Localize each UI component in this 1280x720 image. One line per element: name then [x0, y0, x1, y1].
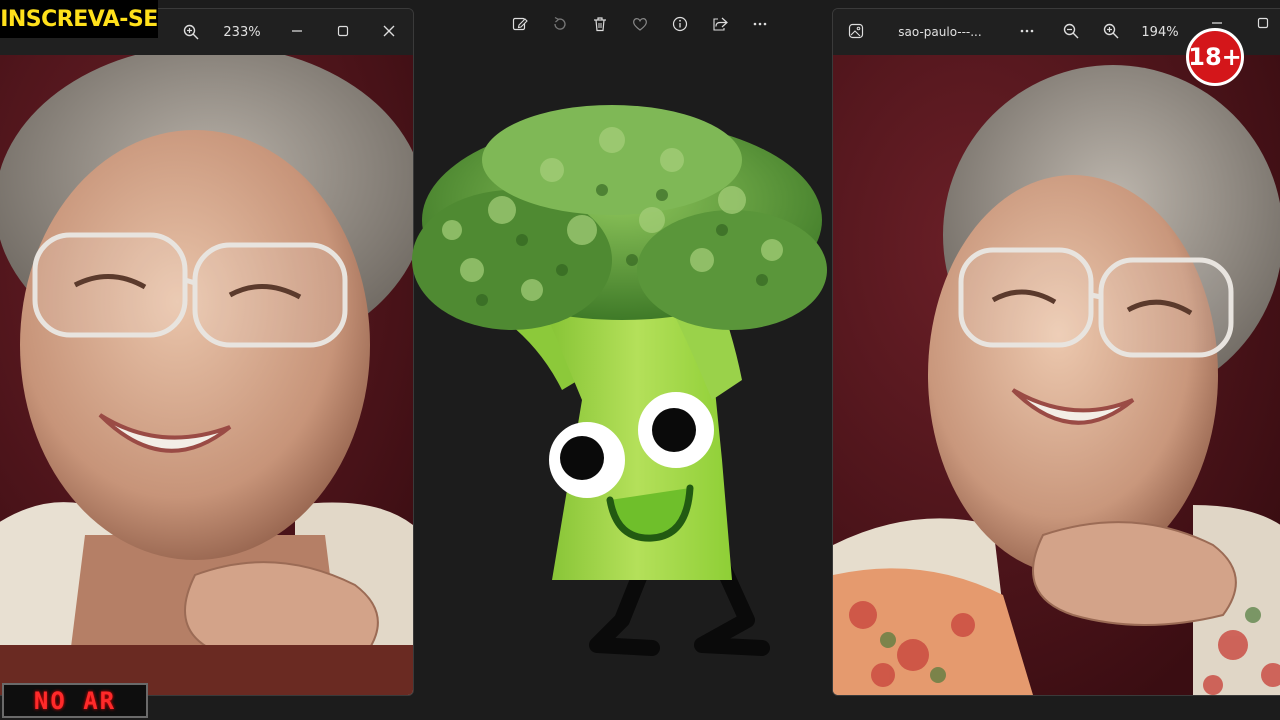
more-options-icon[interactable]	[746, 10, 774, 38]
portrait-image	[0, 55, 413, 695]
center-viewer-toolbar	[498, 10, 778, 38]
more-options-icon[interactable]	[1013, 17, 1041, 45]
portrait-image	[833, 55, 1280, 695]
zoom-out-icon[interactable]	[1057, 17, 1085, 45]
zoom-level-readout[interactable]: 233%	[217, 18, 267, 46]
gallery-icon[interactable]	[842, 17, 870, 45]
delete-icon[interactable]	[586, 10, 614, 38]
zoom-level-readout[interactable]: 194%	[1135, 18, 1185, 46]
subscribe-badge: INSCREVA-SE	[0, 0, 158, 38]
left-photo-viewer-window: 233%	[0, 8, 414, 696]
left-portrait-photo[interactable]	[0, 55, 413, 695]
favorite-icon[interactable]	[626, 10, 654, 38]
file-name-label: sao-paulo---...	[898, 25, 982, 39]
right-photo-viewer-window: sao-paulo---... 194%	[832, 8, 1280, 696]
zoom-in-icon[interactable]	[1097, 17, 1125, 45]
close-icon[interactable]	[375, 17, 403, 45]
right-portrait-photo[interactable]	[833, 55, 1280, 695]
zoom-in-icon[interactable]	[177, 18, 205, 46]
live-indicator-badge: NO AR	[2, 683, 148, 718]
broccoli-character-image	[412, 105, 827, 656]
rotate-icon[interactable]	[546, 10, 574, 38]
live-indicator-label: NO AR	[33, 686, 117, 715]
info-icon[interactable]	[666, 10, 694, 38]
share-icon[interactable]	[706, 10, 734, 38]
edit-image-icon[interactable]	[506, 10, 534, 38]
age-rating-badge: 18+	[1186, 28, 1244, 86]
maximize-icon[interactable]	[329, 17, 357, 45]
maximize-icon[interactable]	[1249, 9, 1277, 37]
minimize-icon[interactable]	[283, 17, 311, 45]
